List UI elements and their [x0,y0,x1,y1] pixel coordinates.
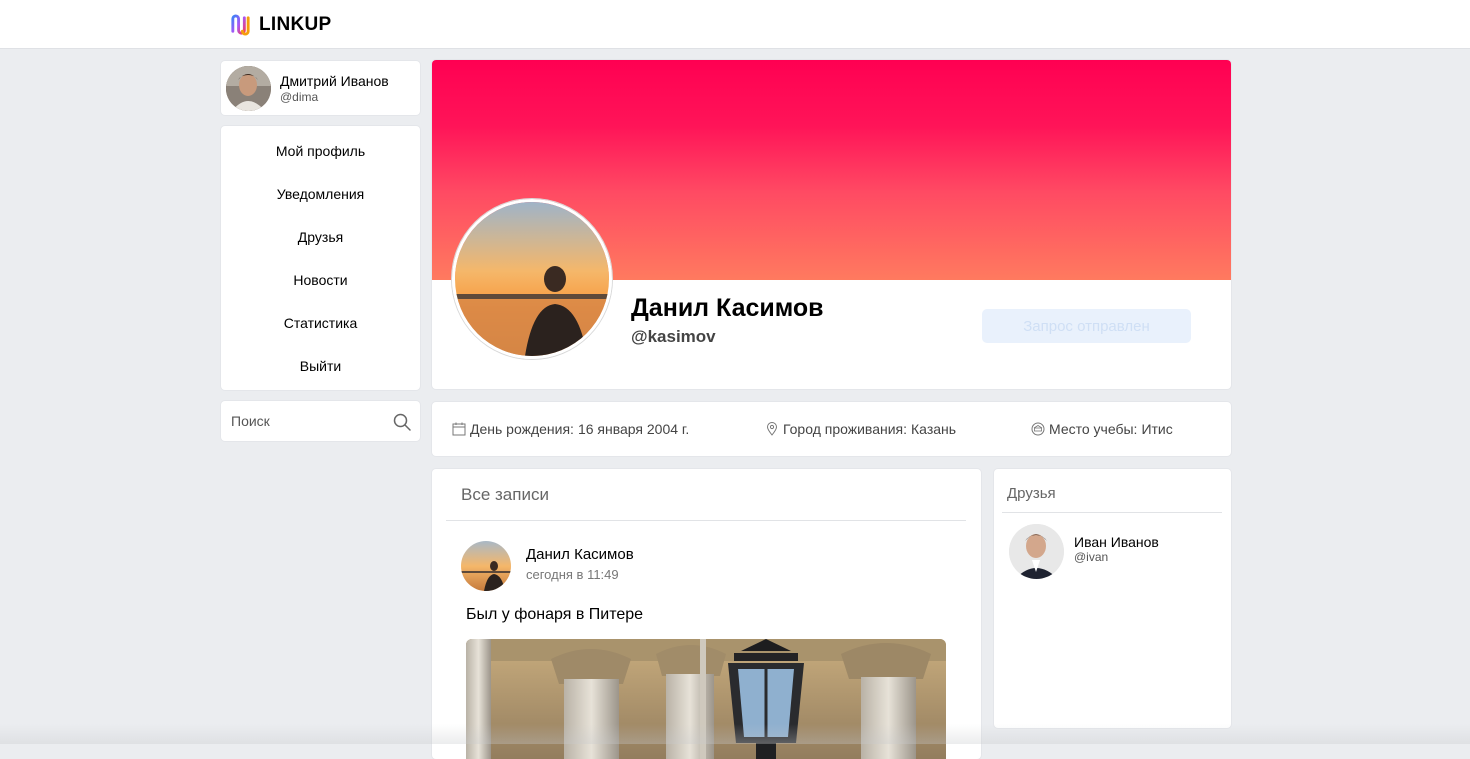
friend-name[interactable]: Иван Иванов [1074,534,1159,550]
post-avatar-photo [461,541,511,591]
info-study: Место учебы: Итис [1031,421,1173,437]
friend-request-sent-button[interactable]: Запрос отправлен [982,309,1191,343]
profile-photo [455,202,609,356]
profile-name: Данил Касимов [631,294,824,322]
menu-item-notifications[interactable]: Уведомления [221,179,420,209]
friend-avatar[interactable] [1009,524,1064,579]
study-label: Место учебы: [1049,421,1138,437]
logo[interactable]: LINKUP [229,13,332,36]
posts-section: Все записи Данил Касимов сегодня в 11:49… [432,469,981,759]
post-timestamp: сегодня в 11:49 [526,567,619,582]
logo-icon [231,14,250,36]
menu-item-my-profile[interactable]: Мой профиль [221,136,420,166]
posts-title[interactable]: Все записи [461,485,549,505]
info-birthday: День рождения: 16 января 2004 г. [452,421,689,437]
divider [446,520,966,521]
school-icon [1031,422,1045,436]
logo-text: LINKUP [259,13,332,35]
location-pin-icon [766,422,778,436]
menu-item-statistics[interactable]: Статистика [221,308,420,338]
birthday-value: 16 января 2004 г. [577,421,690,437]
profile-handle: @kasimov [631,327,716,346]
current-user-card[interactable]: Дмитрий Иванов @dima [221,61,420,115]
post-image[interactable] [466,639,946,759]
search-box [221,401,420,441]
menu-item-logout[interactable]: Выйти [221,351,420,381]
calendar-icon [452,422,466,436]
post-text: Был у фонаря в Питере [466,606,644,623]
post-photo [466,639,946,759]
post-author-avatar[interactable] [461,541,511,591]
menu-item-friends[interactable]: Друзья [221,222,420,252]
search-input[interactable] [231,411,381,431]
current-user-handle: @dima [280,90,319,104]
friend-photo [1009,524,1064,579]
birthday-label: День рождения: [470,421,574,437]
info-city: Город проживания: Казань [765,421,956,437]
nav-menu: Мой профиль Уведомления Друзья Новости С… [221,126,420,390]
profile-avatar[interactable] [452,199,612,359]
menu-item-news[interactable]: Новости [221,265,420,295]
search-icon[interactable] [393,413,411,431]
avatar-photo [226,66,271,111]
current-user-name: Дмитрий Иванов [280,73,389,89]
friend-handle: @ivan [1074,550,1109,564]
post-author-name[interactable]: Данил Касимов [526,546,634,563]
divider [1002,512,1222,513]
city-label: Город проживания: [783,421,908,437]
study-value: Итис [1141,421,1173,437]
friends-section: Друзья Иван Иванов @ivan [994,469,1231,728]
friends-title[interactable]: Друзья [1007,485,1056,502]
profile-header: Данил Касимов @kasimov Запрос отправлен [432,60,1231,389]
avatar[interactable] [226,66,271,111]
profile-info-bar: День рождения: 16 января 2004 г. Город п… [432,402,1231,456]
top-bar: LINKUP [0,0,1470,49]
city-value: Казань [911,421,957,437]
